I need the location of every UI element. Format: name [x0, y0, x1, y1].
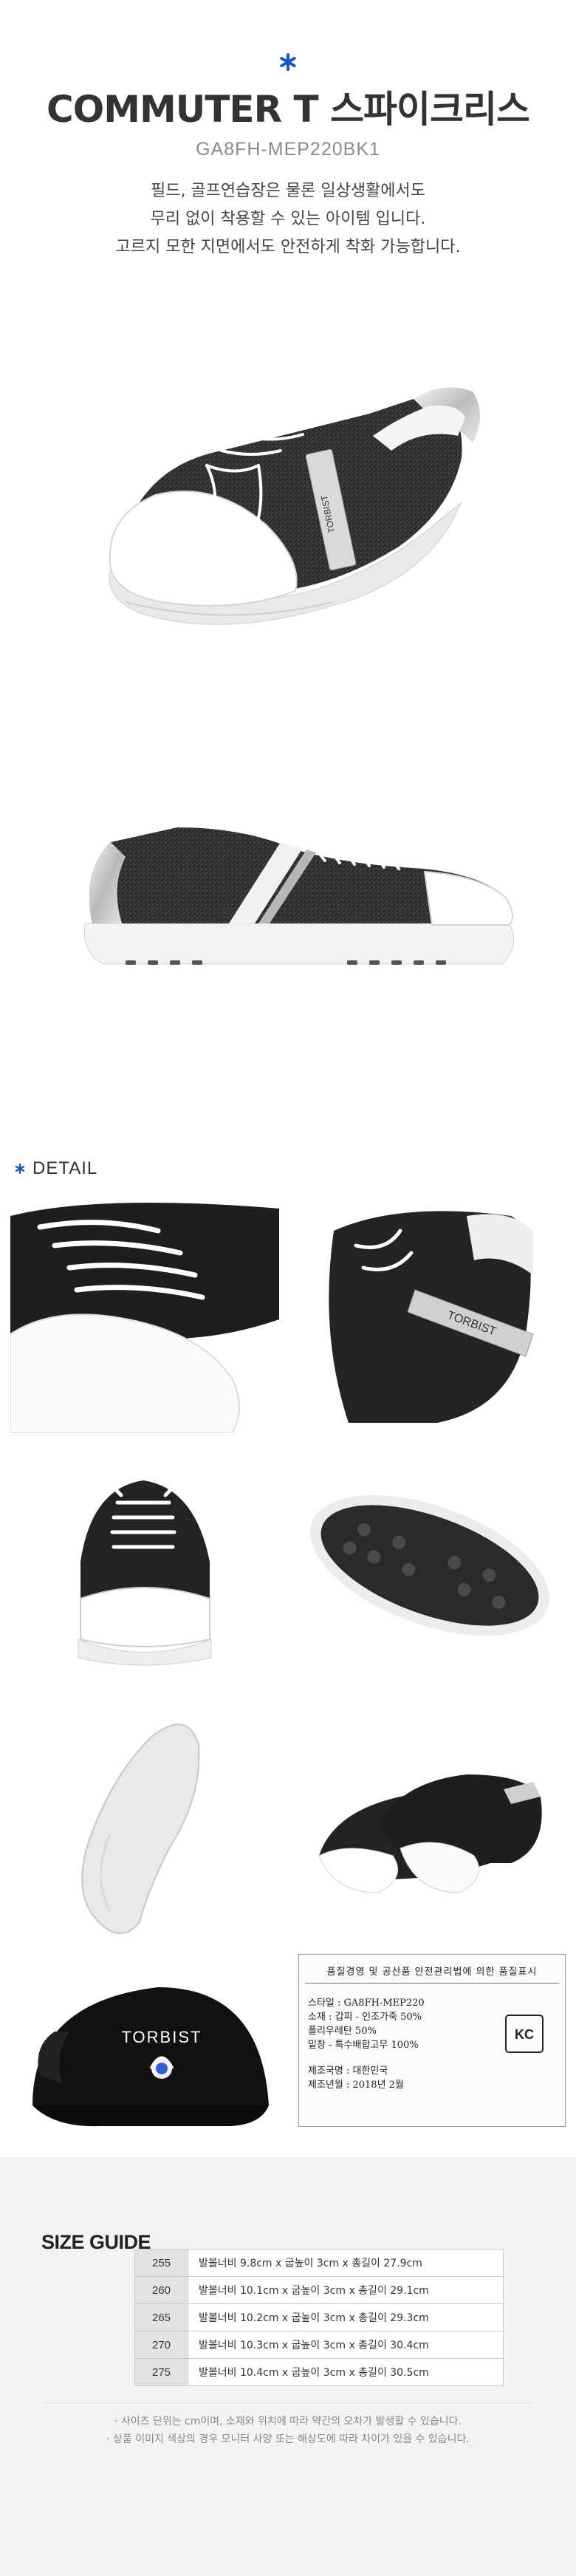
table-row: 265 발볼너비 10.2cm x 굽높이 3cm x 총길이 29.3cm — [134, 2303, 504, 2331]
table-row: 270 발볼너비 10.3cm x 굽높이 3cm x 총길이 30.4cm — [134, 2331, 504, 2359]
brand-logo-text: TORBIST — [122, 2028, 202, 2046]
size-note: · 상품 이미지 색상의 경우 모니터 사양 또는 해상도에 따라 차이가 있을… — [106, 2433, 470, 2445]
product-description: 필드, 골프연습장은 물론 일상생활에서도 무리 없이 착용할 수 있는 아이템… — [0, 177, 576, 262]
description-line: 필드, 골프연습장은 물론 일상생활에서도 — [150, 182, 426, 200]
detail-image-pair — [289, 1701, 566, 1947]
divider — [305, 1983, 559, 1984]
model-code: GA8FH-MEP220BK1 — [196, 139, 380, 160]
asterisk-icon — [15, 1164, 25, 1174]
asterisk-icon — [280, 53, 296, 71]
size-cell: 270 — [134, 2331, 188, 2359]
detail-image-toe — [10, 1186, 279, 1433]
detail-image-front — [10, 1444, 279, 1690]
product-image-side — [0, 739, 576, 1056]
size-note: · 사이즈 단위는 cm이며, 소재와 위치에 따라 약간의 오차가 발생할 수… — [114, 2416, 462, 2428]
size-cell: 265 — [134, 2303, 188, 2331]
kc-cert-icon: KC — [505, 2015, 544, 2053]
quality-label-row: 밑창 - 특수배합고무 100% — [308, 2040, 419, 2051]
spec-cell: 발볼너비 9.8cm x 굽높이 3cm x 총길이 27.9cm — [188, 2249, 504, 2277]
product-title: COMMUTER T 스파이크리스 — [47, 88, 530, 131]
quality-label-rows: 스타일 : GA8FH-MEP220 소재 : 갑피 - 인조가죽 50% 폴리… — [308, 1996, 425, 2092]
detail-heading-text: DETAIL — [32, 1158, 98, 1178]
description-line: 무리 없이 착용할 수 있는 아이템 입니다. — [150, 210, 426, 228]
quality-label-row: 소재 : 갑피 - 인조가죽 50% — [308, 2012, 422, 2023]
quality-label-heading: 품질경영 및 공산품 안전관리법에 의한 품질표시 — [326, 1967, 538, 1978]
detail-image-heel: TORBIST — [289, 1186, 566, 1433]
table-row: 255 발볼너비 9.8cm x 굽높이 3cm x 총길이 27.9cm — [134, 2249, 504, 2277]
spec-cell: 발볼너비 10.4cm x 굽높이 3cm x 총길이 30.5cm — [188, 2358, 504, 2386]
spec-cell: 발볼너비 10.1cm x 굽높이 3cm x 총길이 29.1cm — [188, 2276, 504, 2304]
detail-image-insole — [10, 1701, 279, 1947]
detail-heading: DETAIL — [15, 1158, 97, 1179]
product-image-front: TORBIST — [0, 347, 576, 694]
quality-label-row: 제조국명 : 대한민국 — [308, 2066, 388, 2077]
description-line: 고르지 모한 지면에서도 안전하게 착화 가능합니다. — [115, 238, 461, 256]
quality-label-card: 품질경영 및 공산품 안전관리법에 의한 품질표시 스타일 : GA8FH-ME… — [298, 1954, 566, 2127]
size-cell: 260 — [134, 2276, 188, 2304]
detail-image-shoe-bag: TORBIST — [10, 1958, 279, 2131]
divider — [44, 2402, 532, 2403]
table-row: 260 발볼너비 10.1cm x 굽높이 3cm x 총길이 29.1cm — [134, 2276, 504, 2304]
spec-cell: 발볼너비 10.3cm x 굽높이 3cm x 총길이 30.4cm — [188, 2331, 504, 2359]
kc-cert-text: KC — [515, 2027, 534, 2042]
quality-label-row: 제조년월 : 2018년 2월 — [308, 2080, 404, 2091]
table-row: 275 발볼너비 10.4cm x 굽높이 3cm x 총길이 30.5cm — [134, 2358, 504, 2386]
size-notes: · 사이즈 단위는 cm이며, 소재와 위치에 따라 약간의 오차가 발생할 수… — [0, 2413, 576, 2448]
size-guide-section: SIZE GUIDE 255 발볼너비 9.8cm x 굽높이 3cm x 총길… — [0, 2157, 576, 2576]
detail-image-outsole — [289, 1444, 566, 1690]
size-cell: 255 — [134, 2249, 188, 2277]
quality-label-row: 폴리우레탄 50% — [308, 2026, 377, 2037]
spec-cell: 발볼너비 10.2cm x 굽높이 3cm x 총길이 29.3cm — [188, 2303, 504, 2331]
product-header: COMMUTER T 스파이크리스 GA8FH-MEP220BK1 필드, 골프… — [0, 0, 576, 281]
quality-label-row: 스타일 : GA8FH-MEP220 — [308, 1998, 425, 2009]
size-cell: 275 — [134, 2358, 188, 2386]
size-table: 255 발볼너비 9.8cm x 굽높이 3cm x 총길이 27.9cm 26… — [134, 2249, 504, 2386]
